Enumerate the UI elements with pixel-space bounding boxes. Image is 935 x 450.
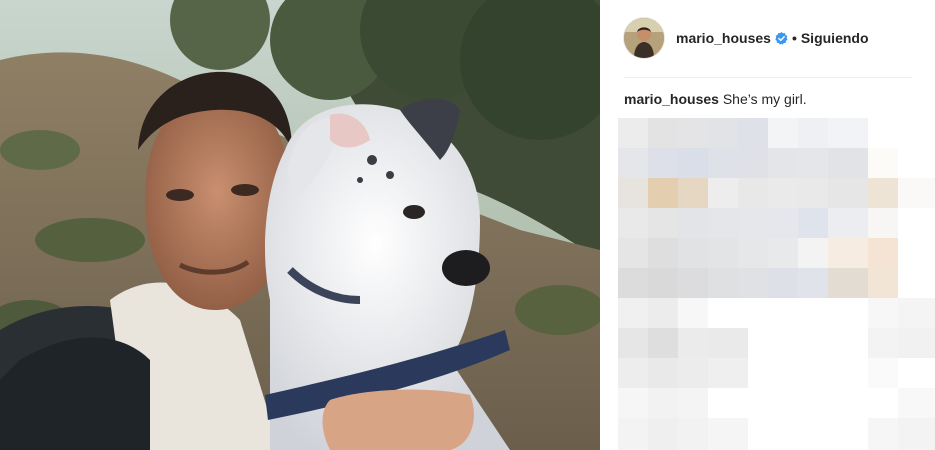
photo-illustration	[0, 0, 600, 450]
caption-username[interactable]: mario_houses	[624, 91, 719, 107]
pixel-block-row	[618, 418, 935, 450]
instagram-post: mario_houses • Siguiendo mario_houses Sh…	[0, 0, 935, 450]
avatar-image	[624, 18, 664, 58]
avatar[interactable]	[624, 18, 664, 58]
pixel-block-row	[618, 298, 935, 328]
pixel-block-row	[618, 238, 898, 268]
following-button[interactable]: Siguiendo	[801, 30, 869, 46]
post-photo[interactable]	[0, 0, 600, 450]
pixel-block-row	[618, 268, 898, 298]
pixel-block-row	[618, 118, 868, 148]
header-divider	[624, 77, 912, 78]
header-username[interactable]: mario_houses	[676, 30, 771, 46]
pixel-block-row	[618, 208, 898, 238]
pixel-block-row	[618, 328, 935, 358]
verified-badge-icon	[775, 31, 788, 45]
post-sidebar: mario_houses • Siguiendo mario_houses Sh…	[600, 0, 935, 450]
separator-dot: •	[791, 30, 797, 46]
post-header: mario_houses • Siguiendo	[624, 16, 912, 60]
pixel-block-row	[618, 358, 898, 388]
pixel-block-row	[618, 148, 898, 178]
caption-text: She’s my girl.	[722, 91, 807, 107]
pixelated-comments-area	[618, 118, 935, 450]
caption: mario_houses She’s my girl.	[624, 91, 807, 107]
pixel-block-row	[618, 178, 935, 208]
pixel-block-row	[618, 388, 935, 418]
